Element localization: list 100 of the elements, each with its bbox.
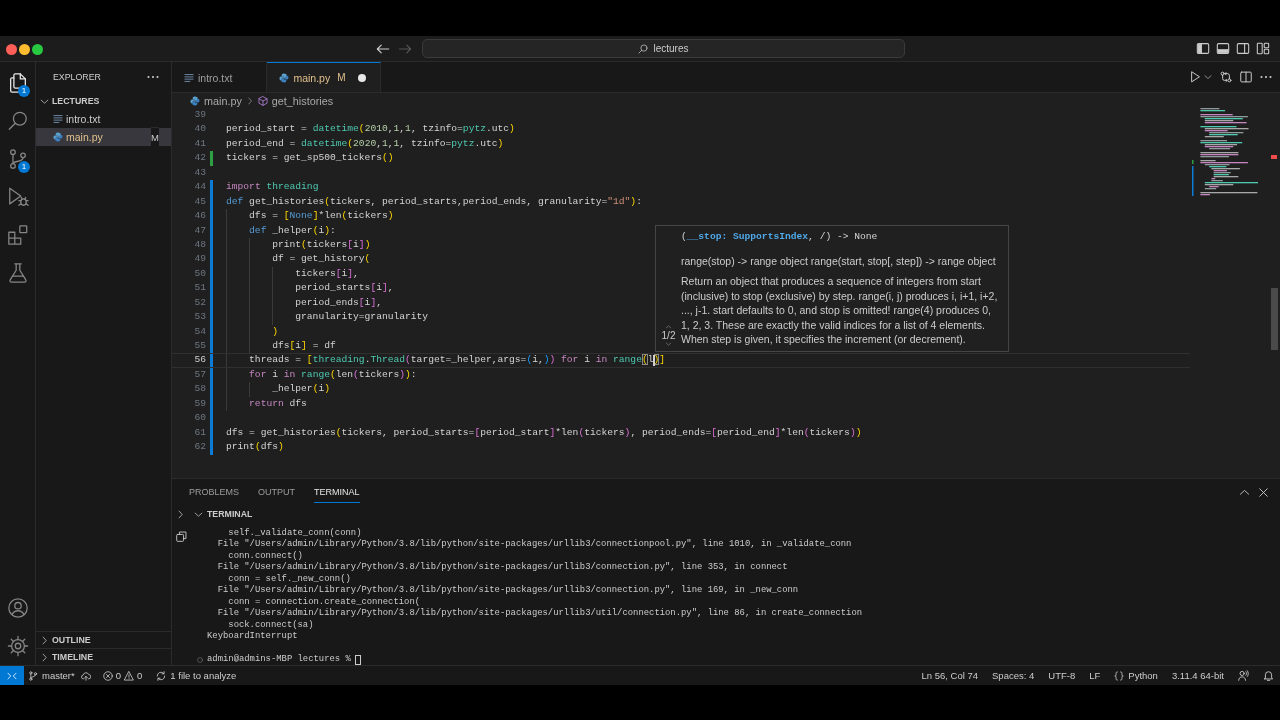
breadcrumb-item[interactable]: get_histories	[257, 94, 334, 107]
error-marker-icon	[1271, 155, 1277, 159]
file-item[interactable]: intro.txt	[36, 110, 171, 128]
code-line: period_ends[i],	[295, 296, 382, 310]
panel-bottom-icon[interactable]	[1216, 42, 1230, 55]
line-number: 44	[194, 181, 206, 194]
circle-icon	[197, 656, 203, 663]
play-icon[interactable]	[1189, 71, 1201, 83]
line-number: 62	[194, 441, 206, 454]
file-item[interactable]: main.py M	[36, 128, 171, 146]
branch-button[interactable]: master*	[28, 670, 75, 681]
code-line: dfs = get_histories(tickers, period_starts=[period_start]*len(tickers), period_ends=[period_end]*len(tickers))	[226, 426, 862, 440]
compare-icon[interactable]	[1220, 71, 1232, 83]
line-number: 58	[194, 383, 206, 396]
code-line: dfs = [None]*len(tickers)	[249, 210, 394, 223]
language-button[interactable]: Python	[1114, 670, 1158, 681]
status-item[interactable]: 3.11.4 64-bit	[1171, 670, 1224, 681]
close-button[interactable]	[6, 44, 17, 55]
flask-icon[interactable]	[6, 262, 29, 284]
signature-text: (__stop: SupportsIndex, /) -> None	[681, 230, 878, 242]
search-icon	[638, 43, 649, 54]
line-number: 47	[194, 224, 206, 237]
line-number: 57	[194, 368, 206, 382]
line-number: 52	[194, 296, 206, 310]
problems-button[interactable]: 0 0	[102, 670, 143, 681]
code-line: )	[272, 325, 278, 338]
doc-text: Return an object that produces a sequence of integers from start (inclusive) to stop (exclusive) by step. range(i, j) produces i, i+1, i+2, ..., j-1. start defaults to 0, and stop is omitted! range(4) produces 0, 1, 2, 3. These are exactly the valid indices for a list of 4 elements. When step is given, it specifies the increment (or decrement).	[681, 274, 999, 347]
sidebar-right-icon[interactable]	[1236, 42, 1250, 55]
error-icon	[102, 670, 113, 681]
sync-icon	[156, 670, 167, 681]
chevron-right-icon[interactable]	[176, 509, 185, 519]
status-item[interactable]: LF	[1089, 670, 1101, 681]
code-line: granularity=granularity	[295, 311, 429, 324]
account-icon[interactable]	[6, 597, 29, 619]
line-number: 51	[194, 282, 206, 295]
sidebar-left-icon[interactable]	[1196, 42, 1210, 55]
remote-button[interactable]	[0, 666, 24, 685]
section-header[interactable]: OUTLINE	[36, 631, 171, 648]
status-item[interactable]: Ln 56, Col 74	[921, 670, 979, 681]
python-file-icon	[279, 72, 290, 83]
breadcrumb-item[interactable]: main.py	[190, 94, 242, 107]
arrow-left-icon[interactable]	[376, 41, 390, 56]
folder-header[interactable]: LECTURES	[36, 92, 171, 110]
code-line: return dfs	[249, 397, 307, 411]
line-number: 54	[194, 325, 206, 338]
stacked-squares-icon[interactable]	[176, 531, 187, 542]
code-line: period_starts[i],	[295, 282, 394, 295]
code-line: print(tickers[i])	[272, 238, 371, 252]
split-editor-icon[interactable]	[1240, 71, 1252, 83]
play-bug-icon[interactable]	[6, 186, 29, 208]
line-number: 53	[194, 311, 206, 324]
status-letter: M	[337, 72, 346, 83]
terminal-line: File "/Users/admin/Library/Python/3.8/lib/python/site-packages/urllib3/connection.py", line 169, in _new_conn	[217, 585, 799, 596]
line-number: 61	[194, 426, 206, 440]
code-line: period_start = datetime(2010,1,1, tzinfo=pytz.utc)	[226, 123, 515, 136]
cloud-upload-icon[interactable]	[80, 670, 91, 681]
editor-tab[interactable]: main.py M	[267, 62, 381, 92]
settings-icon[interactable]	[6, 635, 29, 657]
line-number: 59	[194, 397, 206, 411]
chevron-down-icon[interactable]	[1204, 73, 1212, 81]
cube-icon	[257, 95, 268, 106]
search-field[interactable]: lectures	[422, 39, 905, 58]
status-item[interactable]: Spaces: 4	[992, 670, 1035, 681]
minimize-button[interactable]	[19, 44, 30, 55]
python-file-icon	[53, 132, 63, 142]
panel-tab[interactable]: TERMINAL	[314, 482, 360, 503]
person-voice-icon[interactable]	[1238, 670, 1249, 681]
chevron-up-icon[interactable]	[1239, 487, 1250, 498]
text-lines-icon	[53, 114, 63, 124]
terminal-section-header[interactable]: TERMINAL	[194, 509, 253, 519]
terminal-line: File "/Users/admin/Library/Python/3.8/lib/python/site-packages/urllib3/connectionpool.py", line 1010, in _validate_conn	[217, 539, 852, 550]
line-number: 56	[194, 354, 206, 367]
line-number: 39	[194, 109, 206, 122]
layout-icon[interactable]	[1256, 42, 1270, 55]
search-icon[interactable]	[6, 110, 29, 132]
terminal-line: File "/Users/admin/Library/Python/3.8/lib/python/site-packages/urllib3/util/connection.py", line 86, in create_connection	[217, 608, 863, 619]
terminal-prompt: admin@admins-MBP lectures %	[207, 653, 351, 666]
terminal-cursor	[354, 654, 361, 665]
code-line: tickers[i],	[295, 267, 359, 281]
code-line: df = get_history(	[272, 253, 371, 266]
panel-tab[interactable]: PROBLEMS	[189, 482, 239, 503]
blocks-icon[interactable]	[6, 224, 29, 246]
notification-badge: 1	[18, 85, 30, 97]
terminal-line: conn.connect()	[228, 550, 303, 561]
terminal-line: File "/Users/admin/Library/Python/3.8/lib/python/site-packages/urllib3/connection.py", line 353, in connect	[217, 562, 788, 573]
chevron-right-icon	[245, 96, 254, 105]
line-number: 50	[194, 267, 206, 281]
status-item[interactable]: UTF-8	[1048, 670, 1076, 681]
remote-icon	[7, 670, 17, 681]
braces-icon	[1114, 670, 1125, 681]
code-line: print(dfs)	[226, 441, 284, 454]
close-icon[interactable]	[1258, 487, 1269, 498]
analysis-status[interactable]: 1 file to analyze	[156, 670, 237, 681]
terminal-line: conn = self._new_conn()	[228, 573, 351, 584]
line-number: 55	[194, 340, 206, 353]
maximize-button[interactable]	[32, 44, 43, 55]
scrollbar-thumb[interactable]	[1270, 288, 1278, 350]
code-line: period_end = datetime(2020,1,1, tzinfo=pytz.utc)	[226, 137, 504, 151]
panel-tab[interactable]: OUTPUT	[258, 482, 295, 503]
bell-icon[interactable]	[1263, 670, 1274, 681]
